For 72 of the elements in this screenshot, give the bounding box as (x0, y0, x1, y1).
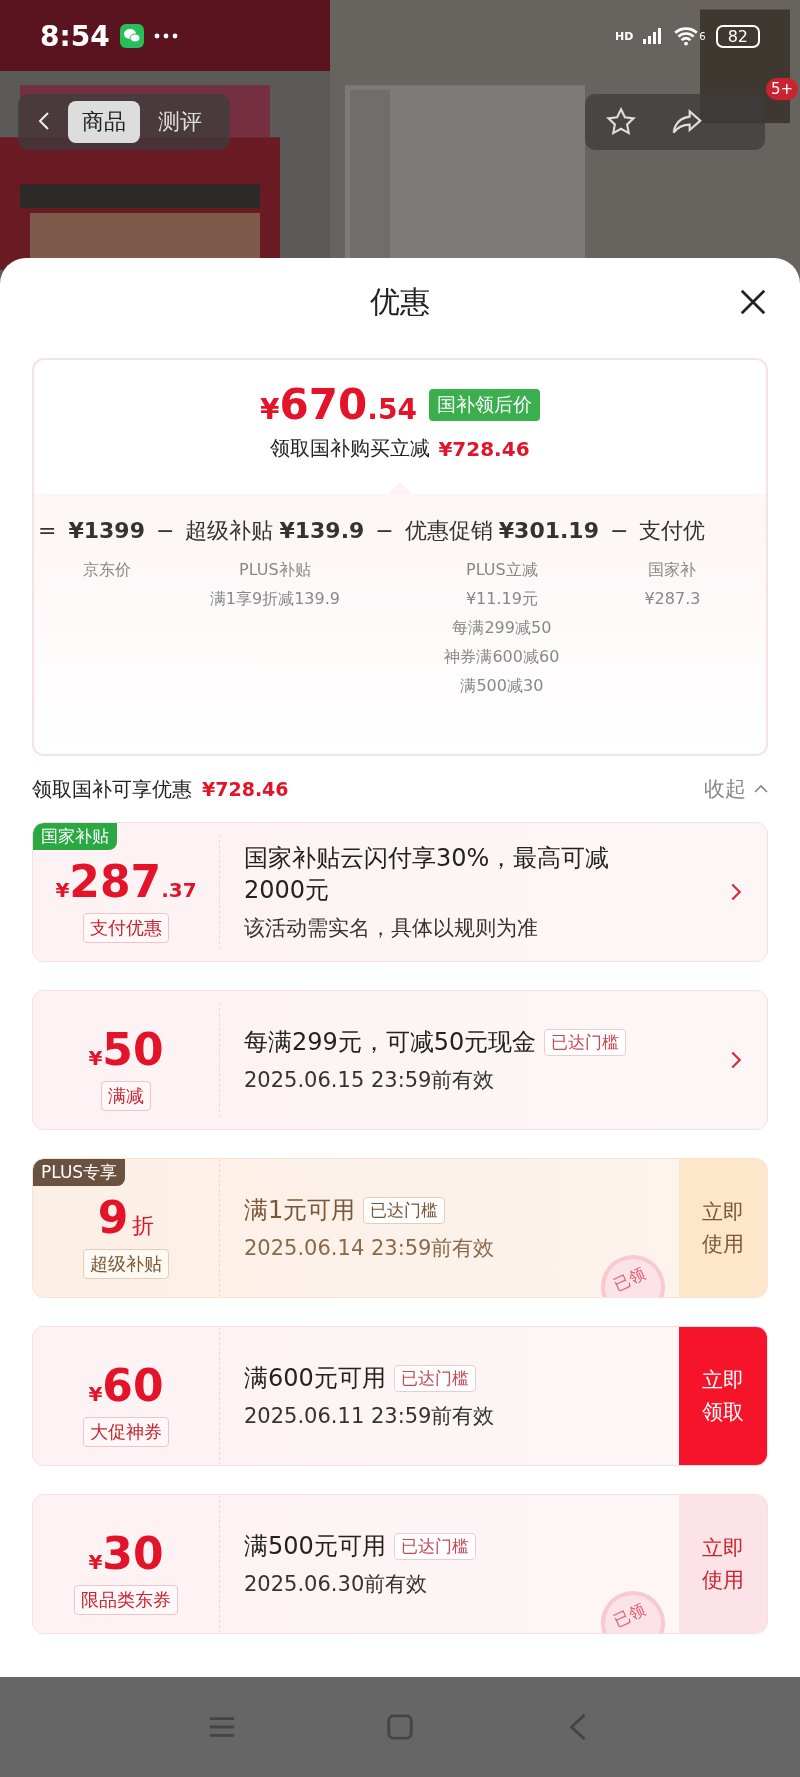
threshold-badge: 已达门槛 (393, 1364, 476, 1392)
summary-amount: ¥728.46 (202, 778, 289, 800)
sheet-title: 优惠 (370, 282, 430, 321)
tab[interactable]: 商品 (68, 101, 140, 143)
operator-sign: − (155, 517, 176, 545)
coupon-validity: 2025.06.30前有效 (244, 1571, 429, 1598)
use-button[interactable]: 立即使用 (679, 1495, 767, 1633)
coupon-title: 每满299元，可减50元现金 (244, 1027, 537, 1058)
status-time: 8:54 (40, 19, 110, 53)
more-icon (153, 33, 178, 39)
chevron-up-icon (754, 785, 768, 793)
coupon-type-label: 限品类东券 (74, 1584, 178, 1615)
breakdown-note: 京东价 (82, 560, 131, 581)
coupon-amount: ¥50 (88, 1023, 164, 1075)
breakdown-note: PLUS立减 (466, 560, 538, 581)
coupon-title: 满1元可用 (244, 1195, 356, 1226)
operator-sign: − (374, 517, 395, 545)
saving-amount: ¥728.46 (438, 436, 530, 461)
coupon-amount: ¥30 (88, 1527, 164, 1579)
price-tag: 国补领后价 (428, 388, 540, 421)
back-icon (38, 110, 50, 131)
coupon-title: 满600元可用 (244, 1363, 386, 1394)
breakdown-amount: ¥1399 (68, 517, 145, 545)
coupon-tag: PLUS专享 (33, 1159, 126, 1186)
breakdown-note: ¥287.3 (644, 589, 701, 608)
breakdown-note: 每满299减50 (452, 618, 552, 639)
final-price: ¥670.54 (260, 380, 417, 429)
threshold-badge: 已达门槛 (544, 1028, 627, 1056)
threshold-badge: 已达门槛 (363, 1196, 446, 1224)
coupon-validity: 2025.06.15 23:59前有效 (244, 1067, 496, 1094)
coupon-validity: 2025.06.14 23:59前有效 (244, 1235, 496, 1262)
coupon-type-label: 支付优惠 (83, 912, 169, 943)
summary-label: 领取国补可享优惠 (32, 775, 192, 803)
collapse-button[interactable]: 收起 (704, 775, 768, 803)
star-icon[interactable] (605, 106, 637, 138)
coupon-validity: 该活动需实名，具体以规则为准 (244, 915, 539, 942)
use-button[interactable]: 立即使用 (679, 1159, 767, 1297)
coupon-validity: 2025.06.11 23:59前有效 (244, 1403, 496, 1430)
wifi-icon (673, 26, 700, 46)
coupon-type-label: 大促神券 (83, 1416, 169, 1447)
breakdown-note: PLUS补贴 (239, 560, 311, 581)
coupon-amount: ¥287.37 (55, 855, 197, 907)
operator-sign: − (608, 517, 630, 545)
chevron-right-icon[interactable] (731, 883, 741, 901)
signal-icon (643, 28, 664, 44)
network-label: HD (614, 29, 634, 43)
claim-button[interactable]: 立即领取 (679, 1327, 767, 1465)
battery-level: 82 (715, 24, 760, 48)
coupon-amount: ¥60 (88, 1359, 164, 1411)
chevron-right-icon[interactable] (731, 1051, 741, 1069)
threshold-badge: 已达门槛 (393, 1532, 476, 1560)
breakdown-label: 超级补贴 (185, 517, 274, 545)
close-icon[interactable] (738, 287, 768, 317)
wifi-label: 6 (699, 30, 706, 42)
tab[interactable]: 测评 (144, 101, 216, 143)
coupon-amount: 9 折 (97, 1191, 155, 1243)
coupon-title: 满500元可用 (244, 1531, 386, 1562)
coupon-type-label: 超级补贴 (83, 1248, 169, 1279)
coupon-tag: 国家补贴 (33, 823, 117, 850)
breakdown-note: 满500减30 (460, 676, 544, 697)
operator-sign: = (37, 517, 58, 545)
breakdown-label: 优惠促销 (404, 517, 493, 545)
price-caption: 领取国补购买立减 (270, 435, 431, 462)
breakdown-amount: ¥301.19 (498, 517, 599, 545)
breakdown-label: 支付优 (639, 517, 706, 545)
breakdown-amount: ¥139.9 (279, 517, 365, 545)
breakdown-note: 国家补 (648, 560, 697, 581)
breakdown-note: 满1享9折减139.9 (209, 589, 340, 610)
coupon-type-label: 满减 (101, 1080, 151, 1111)
coupon-title: 国家补贴云闪付享30%，最高可减2000元 (244, 843, 611, 906)
breakdown-note: 神券满600减60 (444, 647, 560, 668)
breakdown-note: ¥11.19元 (465, 589, 538, 610)
